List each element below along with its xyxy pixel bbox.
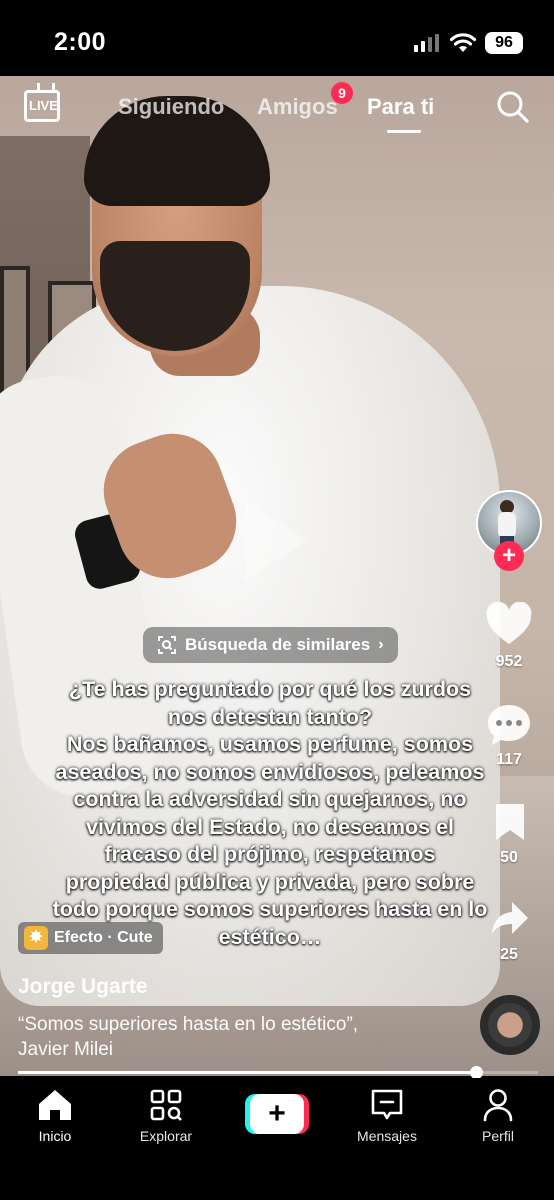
sparkle-icon: ✸ [24,926,48,950]
nav-explore-label: Explorar [139,1128,193,1144]
create-icon: + [250,1094,304,1134]
top-nav: LIVE Siguiendo Amigos 9 Para ti [0,82,554,138]
heart-icon[interactable] [485,602,533,646]
nav-home-label: Inicio [38,1128,72,1144]
video-progress-bar[interactable] [18,1066,538,1079]
effect-chip[interactable]: ✸ Efecto · Cute [18,922,163,954]
inbox-icon [371,1089,403,1120]
post-description[interactable]: “Somos superiores hasta en lo estético”,… [18,1012,378,1062]
cellular-signal-icon [414,34,440,52]
nav-inbox-label: Mensajes [357,1128,417,1144]
caption-line: fracaso del prójimo, respetamos [104,842,436,866]
caption-line: Nos bañamos, usamos perfume, somos [66,732,474,756]
caption-line: nos detestan tanto? [167,704,373,729]
tab-friends[interactable]: Amigos [257,94,338,120]
battery-indicator: 96 [485,32,523,54]
video-progress-fill [18,1071,476,1074]
effect-label: Efecto · Cute [54,929,153,946]
caption-line: contra la adversidad sin quejarnos, no [73,787,467,811]
nav-inbox[interactable]: Mensajes [337,1086,437,1144]
search-icon[interactable] [496,90,530,124]
follow-plus-button[interactable]: + [494,541,524,571]
status-bar: 2:00 96 [0,0,554,76]
profile-icon [483,1089,513,1122]
explore-icon [150,1089,182,1121]
nav-home[interactable]: Inicio [5,1086,105,1144]
play-icon[interactable] [245,501,307,581]
nav-profile-label: Perfil [482,1128,514,1144]
caption-line: todo porque somos superiores hasta en lo [52,897,488,921]
caption-line: aseados, no somos envidiosos, peleamos [55,759,485,784]
create-button[interactable]: + [245,1094,309,1134]
home-icon [39,1090,71,1120]
nav-explore[interactable]: Explorar [116,1086,216,1144]
status-time: 2:00 [54,28,107,56]
wifi-icon [449,33,477,52]
caption-line: vivimos del Estado, no deseamos el [85,814,455,839]
similar-search-chip[interactable]: Búsqueda de similares › [143,627,398,663]
active-tab-indicator [387,130,421,133]
visual-search-icon [158,636,176,654]
chevron-right-icon: › [378,636,384,653]
caption-line: propiedad pública y privada, pero sobre [65,869,475,894]
tab-following[interactable]: Siguiendo [118,94,224,120]
caption-line: ¿Te has preguntado por qué los zurdos [68,677,472,701]
similar-search-label: Búsqueda de similares [185,635,371,654]
music-disc-icon[interactable] [480,995,540,1055]
video-caption-overlay: ¿Te has preguntado por qué los zurdos no… [20,676,520,951]
live-icon[interactable]: LIVE [24,90,60,122]
bottom-nav: Inicio Explorar + Mensajes Perfil [0,1078,554,1200]
author-name[interactable]: Jorge Ugarte [18,975,148,999]
nav-profile[interactable]: Perfil [448,1086,548,1144]
tab-for-you[interactable]: Para ti [367,94,434,120]
friends-notification-badge: 9 [331,82,353,104]
like-count: 952 [495,653,523,670]
